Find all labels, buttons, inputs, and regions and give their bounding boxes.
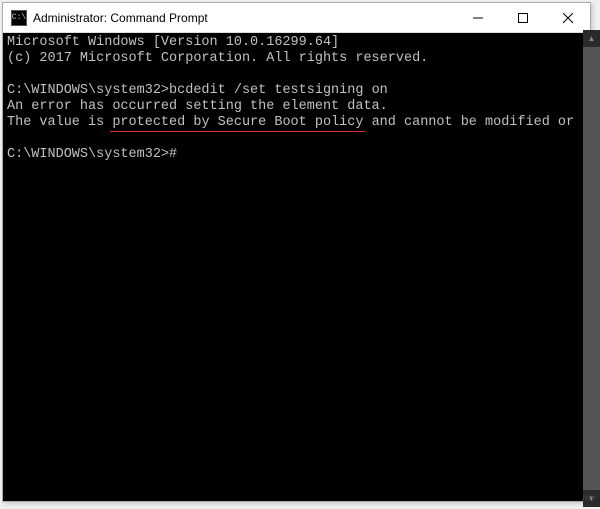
watermark-text: mv [582,490,596,505]
terminal-blank [7,67,586,83]
terminal-line: An error has occurred setting the elemen… [7,99,586,115]
cmd-icon: C:\ [11,10,27,26]
terminal-output[interactable]: Microsoft Windows [Version 10.0.16299.64… [3,33,590,501]
close-button[interactable] [545,3,590,32]
prompt: C:\WINDOWS\system32> [7,83,169,98]
terminal-blank [7,131,586,147]
vertical-scrollbar[interactable]: ▲ ▼ [583,30,600,507]
terminal-line: C:\WINDOWS\system32># [7,147,586,163]
terminal-line: The value is protected by Secure Boot po… [7,115,586,131]
command-text: bcdedit /set testsigning on [169,83,388,98]
titlebar[interactable]: C:\ Administrator: Command Prompt [3,3,590,33]
terminal-line: C:\WINDOWS\system32>bcdedit /set testsig… [7,83,586,99]
prompt: C:\WINDOWS\system32> [7,147,169,162]
command-prompt-window: C:\ Administrator: Command Prompt Micros… [2,2,591,502]
scrollbar-track[interactable] [583,47,600,490]
window-controls [455,3,590,32]
minimize-button[interactable] [455,3,500,32]
command-text: # [169,147,177,162]
maximize-button[interactable] [500,3,545,32]
window-title: Administrator: Command Prompt [33,11,455,25]
scroll-up-button[interactable]: ▲ [583,30,600,47]
underline-annotation [110,131,365,133]
terminal-line: Microsoft Windows [Version 10.0.16299.64… [7,35,586,51]
highlighted-text: protected by Secure Boot policy [112,115,363,131]
scrollbar-thumb[interactable] [583,47,600,490]
terminal-line: (c) 2017 Microsoft Corporation. All righ… [7,51,586,67]
